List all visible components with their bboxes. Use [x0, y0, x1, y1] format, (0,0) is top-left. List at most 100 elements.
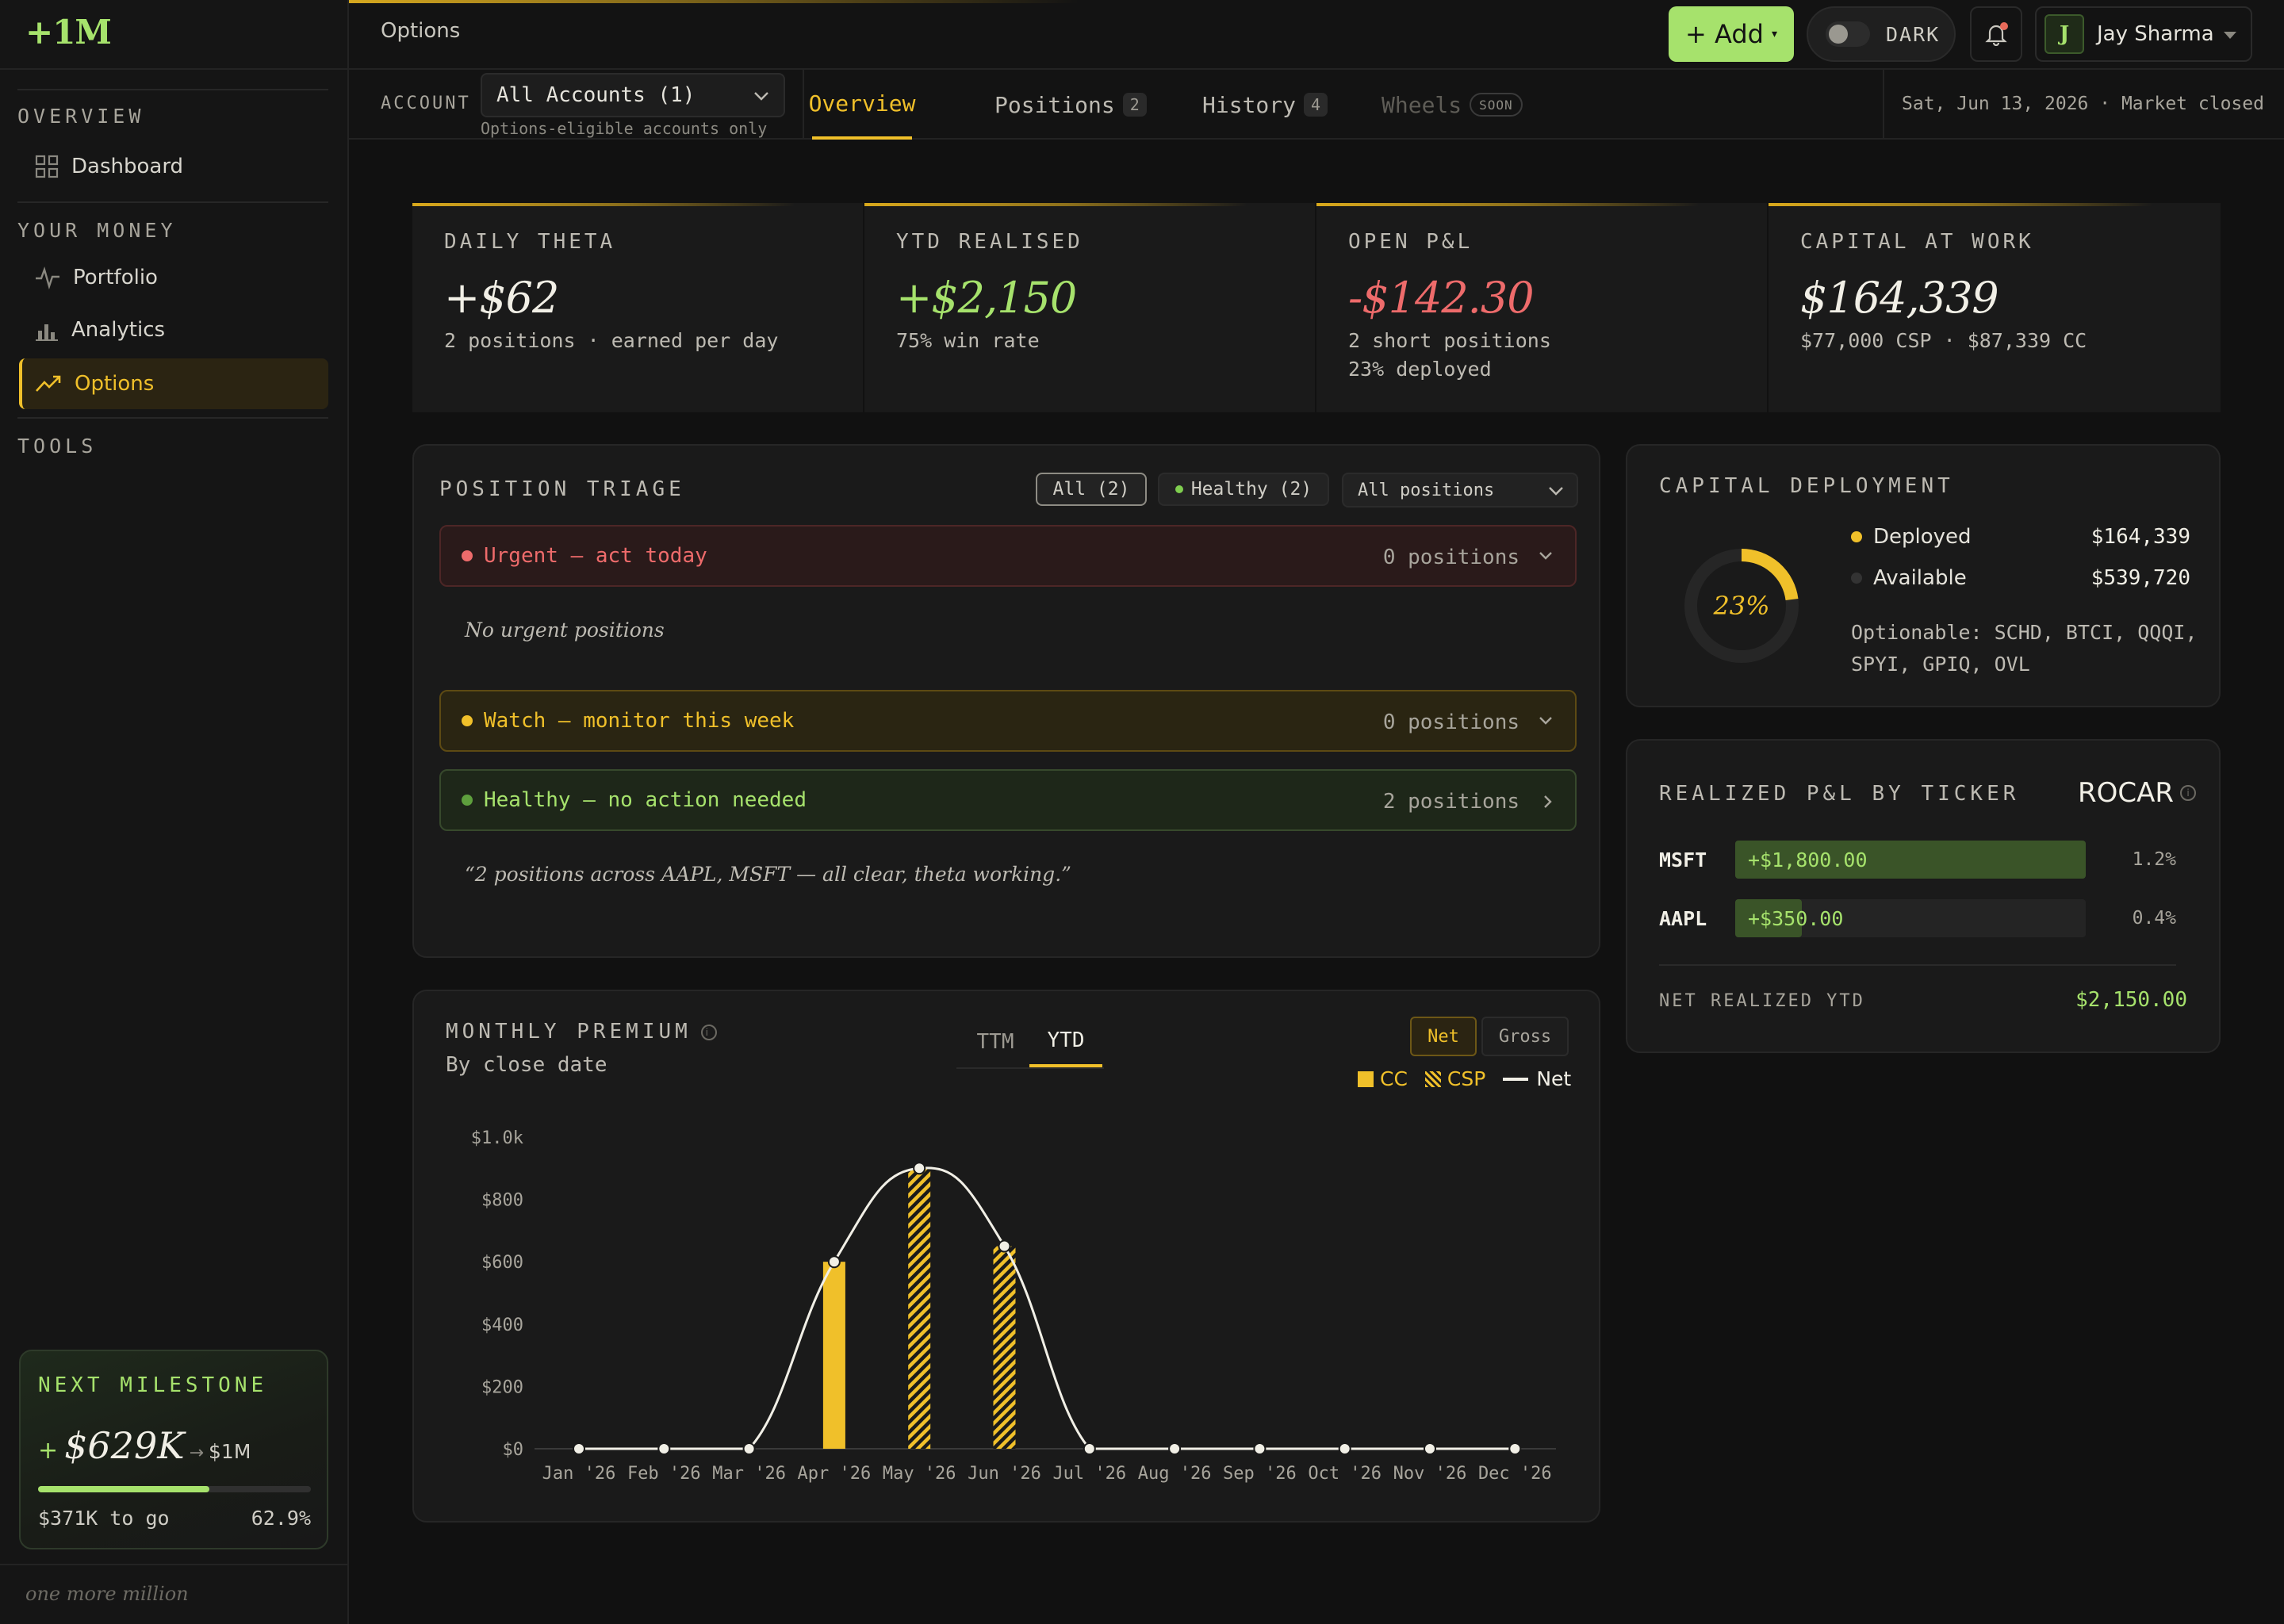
kpi-label: CAPITAL AT WORK: [1800, 230, 2034, 254]
net-point: [1168, 1442, 1182, 1455]
kpi-label: YTD REALISED: [896, 230, 1083, 254]
ticker-percent: 0.4%: [2132, 908, 2176, 929]
triage-watch-row[interactable]: Watch — monitor this week 0 positions: [439, 690, 1577, 752]
milestone-to-go: $371K to go: [38, 1507, 170, 1530]
status-dot: [462, 715, 473, 726]
dark-mode-toggle[interactable]: DARK: [1807, 6, 1956, 62]
net-point: [998, 1239, 1011, 1253]
triage-label: Watch — monitor this week: [484, 709, 795, 733]
monthly-premium-card: MONTHLY PREMIUM i By close date TTM YTD N…: [412, 990, 1600, 1522]
account-select[interactable]: All Accounts (1): [481, 73, 785, 117]
divider: [1883, 70, 1884, 140]
x-tick-label: Jul '26: [1052, 1464, 1126, 1484]
card-title: POSITION TRIAGE: [439, 477, 685, 501]
net-point: [573, 1442, 585, 1455]
divider: [17, 417, 328, 419]
sidebar-item-dashboard[interactable]: Dashboard: [19, 141, 328, 192]
kpi-label: OPEN P&L: [1348, 230, 1473, 254]
net-point: [1253, 1442, 1267, 1455]
net-point: [1424, 1442, 1436, 1455]
positions-select[interactable]: All positions: [1342, 473, 1578, 508]
rocar-toggle[interactable]: ROCAR i: [2078, 777, 2197, 809]
x-tick-label: Sep '26: [1223, 1464, 1297, 1484]
nav-section-your-money: YOUR MONEY: [17, 219, 177, 242]
kpi-value: +$2,150: [896, 273, 1077, 323]
toggle-knob: [1829, 25, 1848, 44]
triage-urgent-row[interactable]: Urgent — act today 0 positions: [439, 525, 1577, 587]
kpi-sub: 75% win rate: [896, 329, 1040, 352]
tab-label: Overview: [808, 90, 916, 117]
notification-dot: [2000, 22, 2008, 30]
row-value: $164,339: [2090, 525, 2190, 549]
y-tick-label: $1.0k: [471, 1128, 523, 1148]
row-label: Available: [1873, 566, 1967, 590]
x-tick-label: Feb '26: [627, 1464, 701, 1484]
premium-chart: $0 $200 $400 $600 $800 $1.0k Jan '26 Feb '26 Mar…: [471, 1128, 1556, 1484]
milestone-progress-fill: [38, 1486, 210, 1492]
caret-down-icon: ▾: [1771, 28, 1777, 40]
legend-dot: [1851, 531, 1862, 542]
tab-label: History: [1202, 91, 1297, 118]
ticker-bar: +$1,800.00: [1735, 841, 2086, 879]
kpi-sub-line: 2 short positions: [1348, 329, 1551, 352]
avatar: J: [2044, 14, 2084, 54]
kpi-value: -$142.30: [1348, 273, 1535, 323]
caret-down-icon: [2224, 32, 2236, 39]
milestone-plus: +: [38, 1437, 59, 1465]
sidebar-item-analytics[interactable]: Analytics: [19, 304, 328, 355]
y-tick-label: $400: [481, 1316, 523, 1335]
y-tick-label: $800: [481, 1191, 523, 1211]
sidebar-item-options[interactable]: Options: [19, 358, 328, 409]
toggle-track: [1826, 21, 1870, 47]
tab-label: Wheels: [1382, 91, 1462, 118]
kpi-sub: 2 short positions 23% deployed: [1348, 327, 1551, 384]
filter-healthy-button[interactable]: Healthy (2): [1158, 473, 1329, 506]
chevron-down-icon: [1539, 552, 1552, 560]
available-row: Available $539,720: [1851, 566, 2190, 590]
triage-count: 0 positions: [1382, 710, 1519, 734]
deployment-donut: 23%: [1684, 549, 1799, 663]
triage-healthy-row[interactable]: Healthy — no action needed 2 positions: [439, 769, 1577, 831]
y-tick-label: $200: [481, 1377, 523, 1397]
kpi-ytd-realised: YTD REALISED +$2,150 75% win rate: [864, 203, 1315, 412]
sidebar-item-label: Dashboard: [71, 155, 184, 178]
user-menu[interactable]: J Jay Sharma: [2035, 6, 2252, 62]
filter-all-button[interactable]: All (2): [1036, 473, 1147, 506]
tab-overview[interactable]: Overview: [809, 70, 915, 140]
position-triage-card: POSITION TRIAGE All (2) Healthy (2) All …: [412, 444, 1600, 958]
milestone-card: NEXT MILESTONE + $629K → $1M $371K to go…: [19, 1350, 328, 1549]
app-logo[interactable]: +1M: [25, 13, 112, 52]
tab-count-badge: 2: [1122, 93, 1147, 117]
kpi-sub: $77,000 CSP · $87,339 CC: [1800, 329, 2087, 352]
account-label: ACCOUNT: [381, 94, 471, 113]
add-button[interactable]: + Add ▾: [1669, 6, 1794, 62]
tab-bar: ACCOUNT All Accounts (1) Options-eligibl…: [349, 70, 2284, 140]
milestone-progress-bar: [38, 1486, 311, 1492]
divider: [17, 89, 328, 90]
market-status: Sat, Jun 13, 2026 · Market closed: [1902, 94, 2264, 114]
deployed-row: Deployed $164,339: [1851, 525, 2190, 549]
sidebar-item-portfolio[interactable]: Portfolio: [19, 252, 328, 303]
triage-label: Healthy — no action needed: [484, 788, 807, 812]
row-label: Deployed: [1873, 525, 1972, 549]
net-line: [579, 1166, 1516, 1450]
empty-state-note: No urgent positions: [465, 619, 665, 642]
kpi-label: DAILY THETA: [444, 230, 616, 254]
info-icon[interactable]: i: [2180, 785, 2197, 801]
milestone-title: NEXT MILESTONE: [38, 1373, 268, 1397]
tab-positions[interactable]: Positions 2: [994, 70, 1147, 140]
notifications-button[interactable]: [1970, 6, 2022, 62]
kpi-value: $164,339: [1800, 273, 1999, 323]
optionable-tickers: Optionable: SCHD, BTCI, QQQI, SPYI, GPIQ…: [1851, 621, 2198, 676]
kpi-accent: [864, 203, 1315, 206]
ticker-row: MSFT +$1,800.00 1.2%: [1659, 841, 2176, 879]
y-tick-label: $0: [503, 1440, 524, 1460]
grid-icon: [35, 155, 59, 178]
ticker-bar: +$350.00: [1735, 899, 2086, 937]
x-tick-label: Aug '26: [1138, 1464, 1212, 1484]
tab-history[interactable]: History 4: [1202, 70, 1328, 140]
realized-pnl-card: REALIZED P&L BY TICKER ROCAR i MSFT +$1,8…: [1626, 739, 2221, 1053]
csp-bar: [908, 1168, 931, 1449]
divider: [0, 68, 349, 70]
page-title: Options: [381, 19, 461, 43]
